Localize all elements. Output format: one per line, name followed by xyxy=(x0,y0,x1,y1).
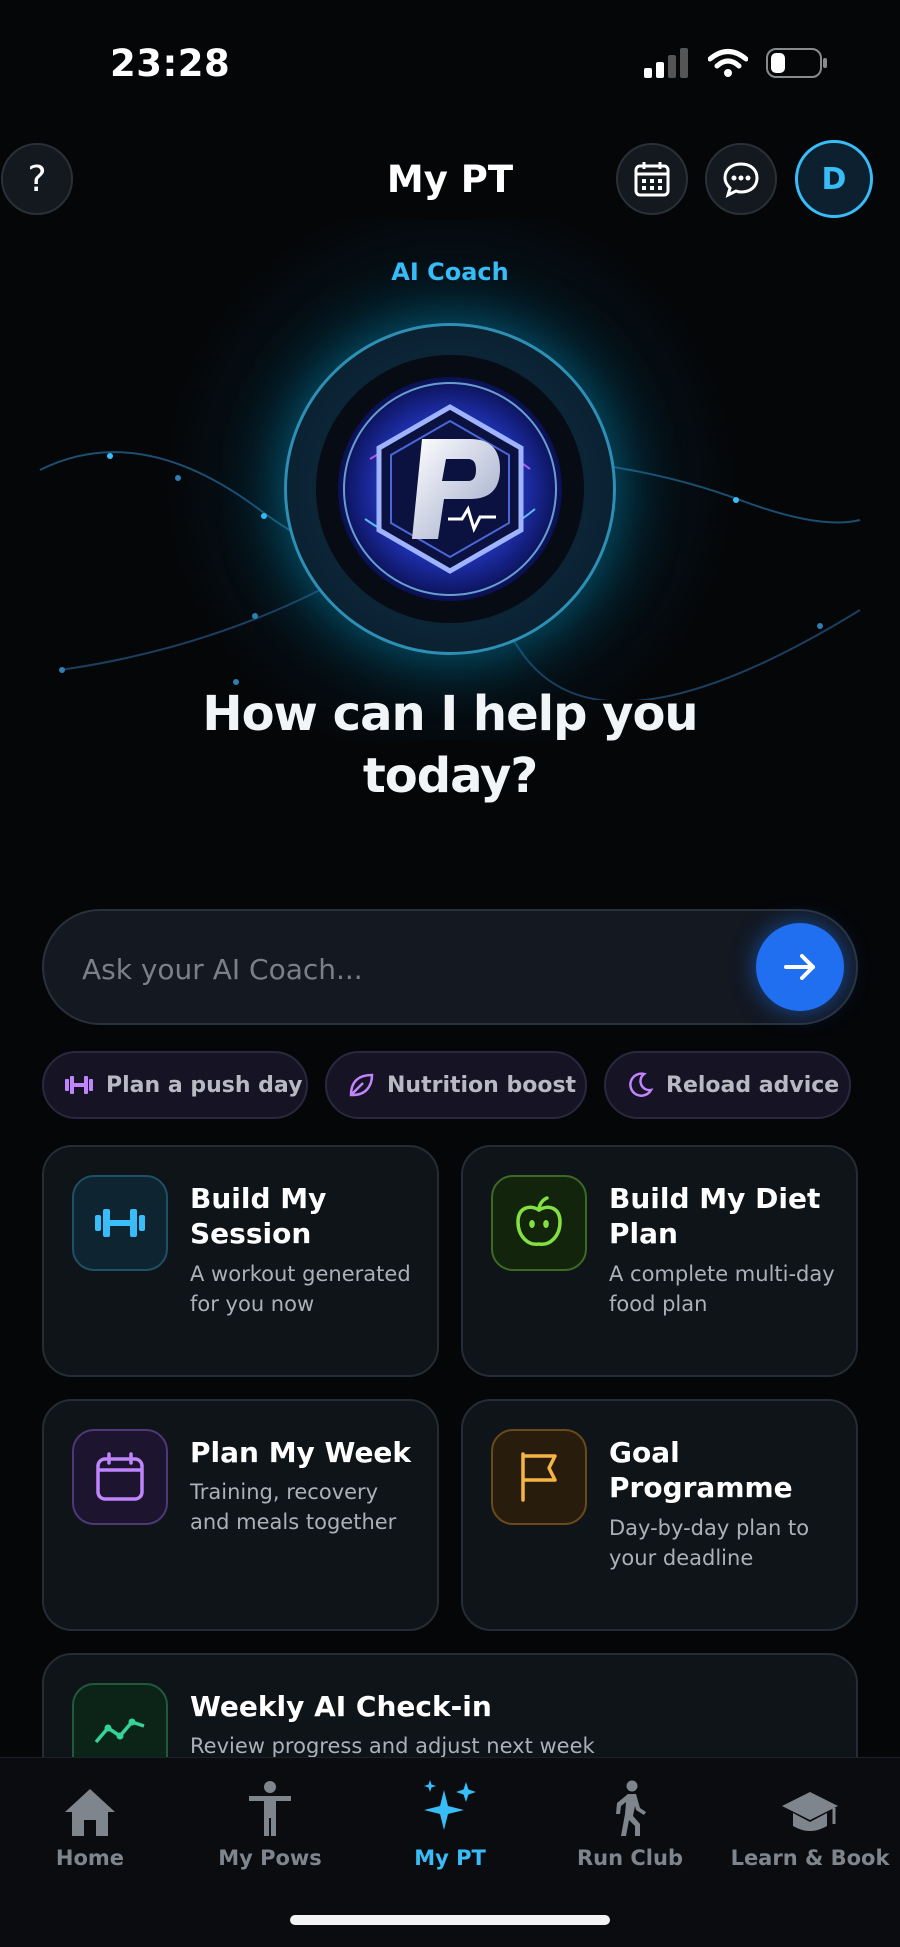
battery-icon xyxy=(766,48,827,78)
chip-label: Nutrition boost xyxy=(387,1072,577,1098)
card-icon-box xyxy=(72,1175,168,1271)
dumbbell-icon xyxy=(65,1076,93,1094)
card-title: Build My Session xyxy=(190,1182,327,1250)
card-build-my-diet-plan[interactable]: Build My Diet Plan A complete multi-day … xyxy=(461,1145,858,1377)
headline: How can I help you today? xyxy=(0,683,900,807)
flag-icon xyxy=(521,1452,557,1502)
leaf-icon xyxy=(349,1073,374,1097)
nav-learn-book[interactable]: Learn & Book xyxy=(720,1772,900,1870)
person-icon xyxy=(249,1781,291,1836)
card-description: A complete multi-day food plan xyxy=(609,1262,835,1316)
status-bar: 23:28 xyxy=(0,0,900,130)
sparkles-icon xyxy=(424,1780,476,1830)
ask-coach-bar xyxy=(42,909,858,1025)
calendar-button[interactable] xyxy=(616,143,688,215)
trend-icon xyxy=(94,1718,145,1744)
ask-coach-input[interactable] xyxy=(82,945,722,993)
nav-label: My PT xyxy=(414,1846,486,1870)
avatar[interactable]: D xyxy=(795,140,873,218)
chat-button[interactable] xyxy=(705,143,777,215)
p-logo-icon xyxy=(338,377,562,601)
nav-my-pt[interactable]: My PT xyxy=(360,1772,540,1870)
nav-label: Home xyxy=(55,1846,125,1870)
home-icon xyxy=(65,1789,115,1836)
chip-label: Plan a push day xyxy=(106,1072,303,1098)
signal-icon xyxy=(644,48,688,78)
home-indicator xyxy=(290,1915,610,1925)
nav-label: Learn & Book xyxy=(730,1846,890,1870)
card-icon-box xyxy=(491,1175,587,1271)
coach-logo xyxy=(316,355,584,623)
headline-line-2: today? xyxy=(362,748,538,804)
send-button[interactable] xyxy=(756,923,844,1011)
ai-coach-label: AI Coach xyxy=(391,258,509,286)
status-time: 23:28 xyxy=(110,42,231,85)
card-description: Day-by-day plan to your deadline xyxy=(609,1516,810,1570)
card-goal-programme[interactable]: Goal Programme Day-by-day plan to your d… xyxy=(461,1399,858,1631)
card-plan-my-week[interactable]: Plan My Week Training, recovery and meal… xyxy=(42,1399,439,1631)
card-description: Training, recovery and meals together xyxy=(190,1480,397,1534)
card-title: Weekly AI Check-in xyxy=(190,1690,492,1723)
card-title: Build My Diet Plan xyxy=(609,1182,821,1250)
card-build-my-session[interactable]: Build My Session A workout generated for… xyxy=(42,1145,439,1377)
calendar-icon xyxy=(96,1452,144,1501)
dumbbell-icon xyxy=(95,1209,145,1237)
walker-icon xyxy=(616,1780,646,1836)
nav-run-club[interactable]: Run Club xyxy=(540,1772,720,1870)
card-icon-box xyxy=(72,1429,168,1525)
arrow-right-icon xyxy=(784,954,815,980)
nav-home[interactable]: Home xyxy=(0,1772,180,1870)
moon-icon xyxy=(629,1072,654,1097)
chip-label: Reload advice xyxy=(666,1072,840,1098)
nav-my-pows[interactable]: My Pows xyxy=(180,1772,360,1870)
headline-line-1: How can I help you xyxy=(202,686,698,742)
card-icon-box xyxy=(491,1429,587,1525)
wifi-icon xyxy=(708,49,748,77)
chip-plan-push-day[interactable]: Plan a push day xyxy=(42,1051,308,1119)
chat-bubble-icon xyxy=(723,162,759,198)
chip-reload-advice[interactable]: Reload advice xyxy=(604,1051,851,1119)
nav-label: Run Club xyxy=(577,1846,683,1870)
card-title: Plan My Week xyxy=(190,1436,412,1469)
card-description: A workout generated for you now xyxy=(190,1262,411,1316)
chip-nutrition-boost[interactable]: Nutrition boost xyxy=(325,1051,587,1119)
apple-icon xyxy=(516,1196,562,1246)
status-icons xyxy=(644,48,828,78)
card-title: Goal Programme xyxy=(609,1436,793,1504)
calendar-icon xyxy=(634,162,670,197)
nav-label: My Pows xyxy=(218,1846,322,1870)
graduation-cap-icon xyxy=(782,1792,838,1831)
